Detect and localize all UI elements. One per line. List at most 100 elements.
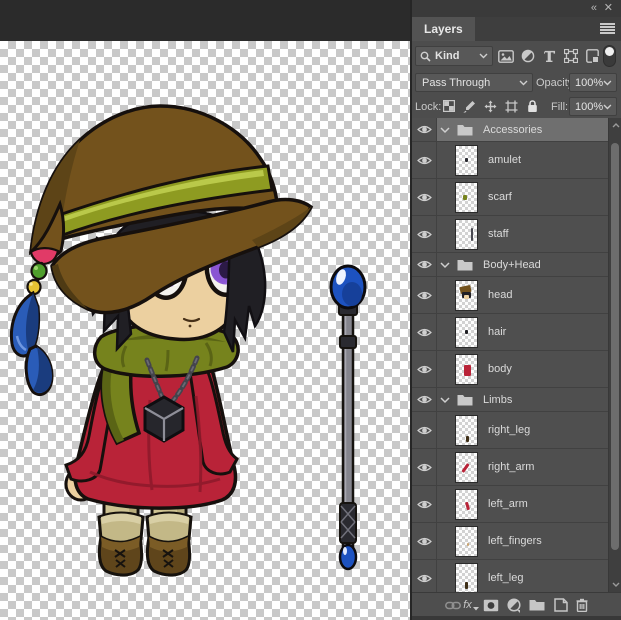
layers-scrollbar[interactable] — [608, 118, 621, 592]
layer-name[interactable]: left_fingers — [488, 535, 542, 547]
layer-row-amulet[interactable]: amulet — [412, 142, 608, 179]
layer-row-right-leg[interactable]: right_leg — [412, 412, 608, 449]
layer-name[interactable]: left_arm — [488, 498, 528, 510]
layer-row-content[interactable]: body — [437, 351, 608, 387]
layer-row-content[interactable]: head — [437, 277, 608, 313]
layer-thumbnail[interactable] — [455, 219, 478, 250]
layer-row-content[interactable]: Limbs — [437, 388, 608, 411]
layer-thumbnail[interactable] — [455, 452, 478, 483]
layer-row-content[interactable]: amulet — [437, 142, 608, 178]
layer-thumbnail[interactable] — [455, 526, 478, 557]
layer-row-left-arm[interactable]: left_arm — [412, 486, 608, 523]
visibility-toggle[interactable] — [412, 449, 437, 485]
visibility-toggle[interactable] — [412, 388, 437, 411]
visibility-toggle[interactable] — [412, 216, 437, 252]
layer-name[interactable]: amulet — [488, 154, 521, 166]
layer-name[interactable]: right_leg — [488, 424, 530, 436]
shape-layer-filter-icon[interactable] — [561, 47, 581, 65]
layer-filtering-toggle[interactable] — [603, 45, 616, 67]
link-layers-icon[interactable] — [443, 596, 463, 614]
lock-position-icon[interactable] — [481, 97, 499, 115]
lock-artboard-icon[interactable] — [502, 97, 520, 115]
visibility-toggle[interactable] — [412, 560, 437, 592]
layer-row-body-head[interactable]: Body+Head — [412, 253, 608, 277]
layer-thumbnail[interactable] — [455, 317, 478, 348]
layer-row-accessories[interactable]: Accessories — [412, 118, 608, 142]
layer-row-left-fingers[interactable]: left_fingers — [412, 523, 608, 560]
visibility-toggle[interactable] — [412, 118, 437, 141]
layer-row-staff[interactable]: staff — [412, 216, 608, 253]
layer-row-content[interactable]: staff — [437, 216, 608, 252]
lock-all-icon[interactable] — [523, 97, 541, 115]
layer-row-scarf[interactable]: scarf — [412, 179, 608, 216]
tab-layers[interactable]: Layers — [412, 17, 475, 41]
layer-name[interactable]: staff — [488, 228, 509, 240]
layer-name[interactable]: left_leg — [488, 572, 523, 584]
visibility-toggle[interactable] — [412, 351, 437, 387]
layer-row-content[interactable]: Accessories — [437, 118, 608, 141]
layer-row-left-leg[interactable]: left_leg — [412, 560, 608, 592]
layer-name[interactable]: head — [488, 289, 512, 301]
visibility-toggle[interactable] — [412, 412, 437, 448]
layer-row-hair[interactable]: hair — [412, 314, 608, 351]
visibility-toggle[interactable] — [412, 142, 437, 178]
layer-row-content[interactable]: Body+Head — [437, 253, 608, 276]
layer-name[interactable]: Limbs — [483, 394, 512, 406]
layer-name[interactable]: Accessories — [483, 124, 542, 136]
visibility-toggle[interactable] — [412, 523, 437, 559]
scroll-down-icon[interactable] — [610, 579, 621, 589]
layer-name[interactable]: hair — [488, 326, 506, 338]
close-panel-icon[interactable]: ✕ — [604, 1, 613, 16]
type-layer-filter-icon[interactable] — [540, 47, 560, 65]
canvas[interactable] — [0, 0, 410, 620]
layer-thumbnail[interactable] — [455, 145, 478, 176]
layer-thumbnail[interactable] — [455, 563, 478, 593]
layer-row-content[interactable]: right_arm — [437, 449, 608, 485]
smart-object-filter-icon[interactable] — [582, 47, 602, 65]
kind-filter-dropdown[interactable]: Kind — [415, 46, 493, 66]
adjustment-layer-filter-icon[interactable] — [518, 47, 538, 65]
layer-name[interactable]: body — [488, 363, 512, 375]
layer-styles-icon[interactable]: fx — [461, 596, 481, 614]
layer-row-body[interactable]: body — [412, 351, 608, 388]
layer-row-limbs[interactable]: Limbs — [412, 388, 608, 412]
add-layer-mask-icon[interactable] — [481, 596, 501, 614]
collapse-panel-icon[interactable]: « — [591, 1, 595, 16]
layer-row-right-arm[interactable]: right_arm — [412, 449, 608, 486]
scrollbar-thumb[interactable] — [611, 143, 619, 550]
new-layer-icon[interactable] — [551, 596, 571, 614]
layer-name[interactable]: Body+Head — [483, 259, 541, 271]
pixel-layer-filter-icon[interactable] — [496, 47, 516, 65]
lock-image-pixels-icon[interactable] — [460, 97, 478, 115]
panel-menu-icon[interactable] — [600, 23, 615, 35]
layer-row-head[interactable]: head — [412, 277, 608, 314]
visibility-toggle[interactable] — [412, 179, 437, 215]
layer-thumbnail[interactable] — [455, 280, 478, 311]
group-expand-chevron[interactable] — [440, 261, 450, 269]
visibility-toggle[interactable] — [412, 314, 437, 350]
layer-row-content[interactable]: scarf — [437, 179, 608, 215]
layer-row-content[interactable]: hair — [437, 314, 608, 350]
layer-row-content[interactable]: left_fingers — [437, 523, 608, 559]
layer-name[interactable]: scarf — [488, 191, 512, 203]
layer-thumbnail[interactable] — [455, 354, 478, 385]
blend-mode-dropdown[interactable]: Pass Through — [415, 73, 533, 92]
group-expand-chevron[interactable] — [440, 126, 450, 134]
layer-name[interactable]: right_arm — [488, 461, 534, 473]
scroll-up-icon[interactable] — [610, 120, 621, 130]
visibility-toggle[interactable] — [412, 277, 437, 313]
opacity-dropdown[interactable]: 100% — [569, 73, 617, 92]
new-group-icon[interactable] — [527, 596, 547, 614]
fill-dropdown[interactable]: 100% — [569, 97, 617, 116]
lock-transparent-pixels-icon[interactable] — [440, 97, 458, 115]
layer-row-content[interactable]: left_arm — [437, 486, 608, 522]
layer-row-content[interactable]: right_leg — [437, 412, 608, 448]
delete-layer-icon[interactable] — [572, 596, 592, 614]
layer-row-content[interactable]: left_leg — [437, 560, 608, 592]
group-expand-chevron[interactable] — [440, 396, 450, 404]
layer-thumbnail[interactable] — [455, 415, 478, 446]
visibility-toggle[interactable] — [412, 253, 437, 276]
layer-thumbnail[interactable] — [455, 182, 478, 213]
new-adjustment-layer-icon[interactable] — [504, 596, 524, 614]
visibility-toggle[interactable] — [412, 486, 437, 522]
